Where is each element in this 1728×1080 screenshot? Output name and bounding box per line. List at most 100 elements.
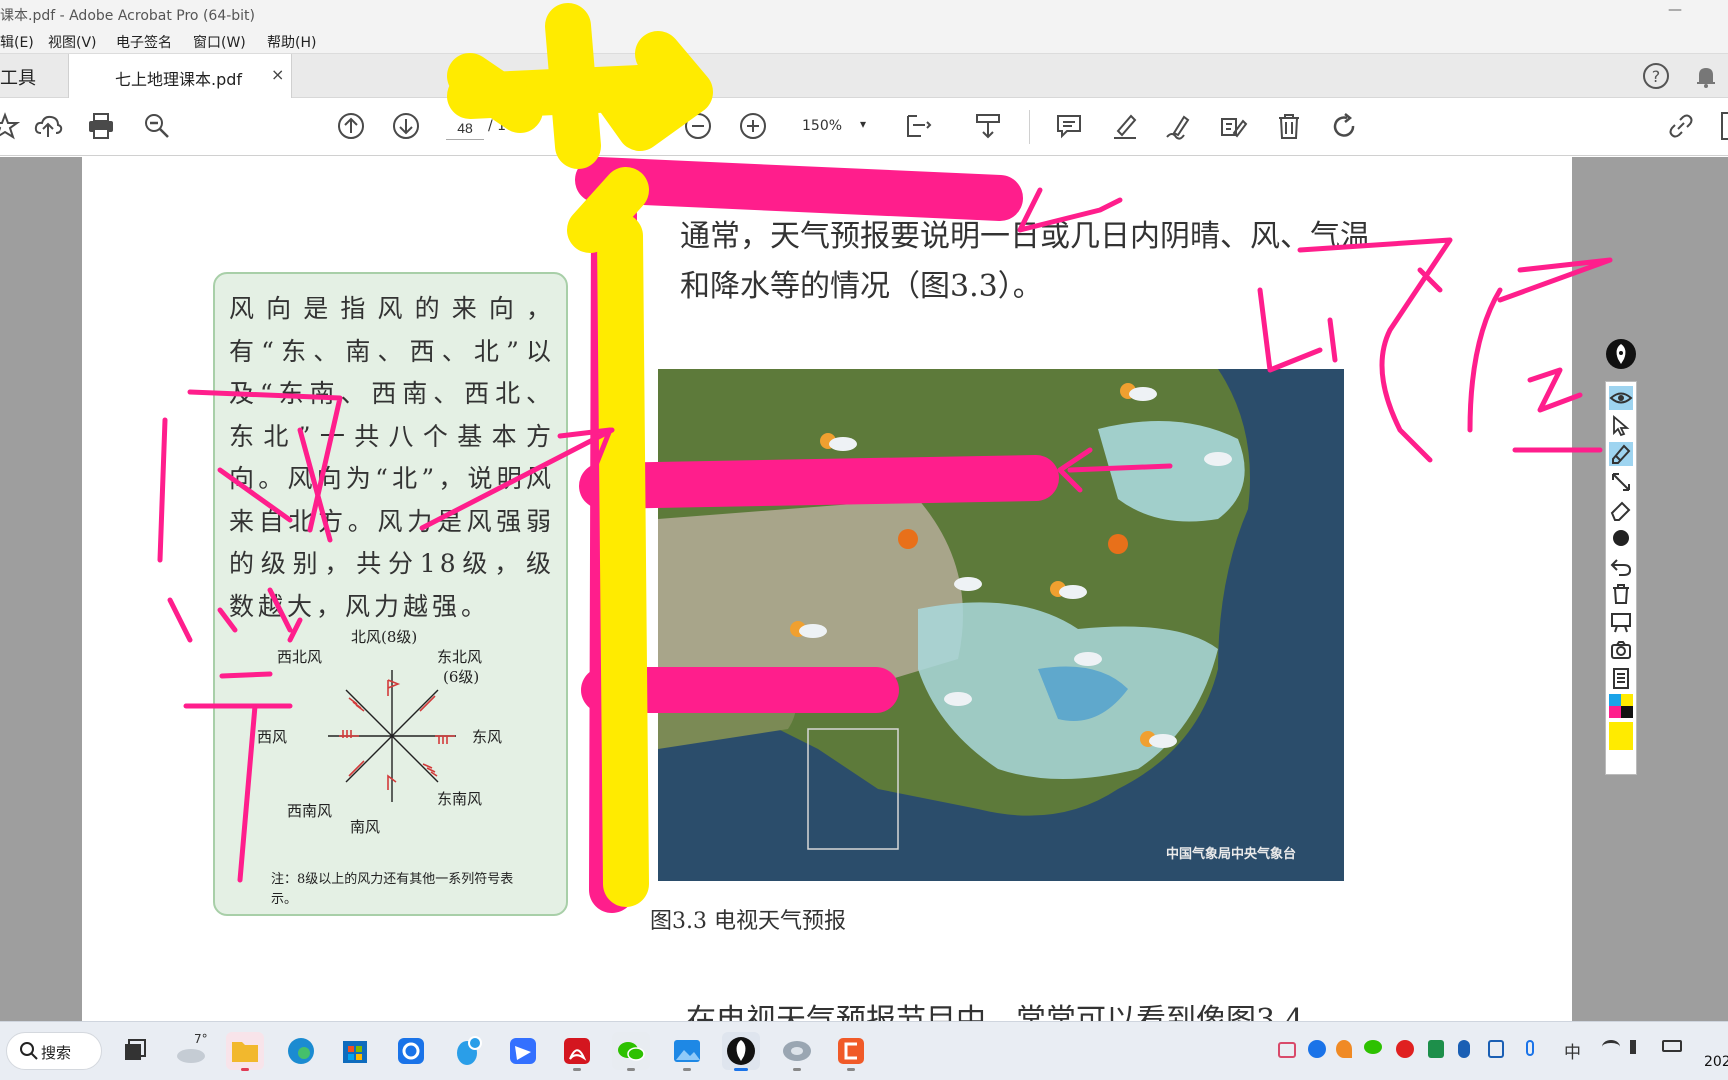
tray-app-icon[interactable] [1308,1040,1326,1058]
star-icon[interactable] [0,111,21,141]
zoom-dropdown[interactable]: 150% ▾ [790,114,870,140]
menu-window[interactable]: 窗口(W) [193,32,246,52]
compass-label-southeast: 东南风 [437,790,483,808]
taskbar-search-label: 搜索 [41,1044,72,1062]
running-indicator [847,1068,855,1071]
weather-widget[interactable]: 7° [172,1032,210,1070]
cursor-arrow-icon[interactable] [1609,414,1633,438]
page-number-input[interactable] [446,116,484,140]
defender-shield-icon[interactable] [1488,1040,1504,1058]
compass-label-northeast: 东北风 [437,648,483,666]
fit-page-icon[interactable] [903,111,933,141]
info-box-text: 风向是指风的来向，有“东、南、西、北”以及“东南、西南、西北、东北”一共八个基本… [229,294,555,621]
whiteboard-icon[interactable] [1609,610,1633,634]
cloud-upload-icon[interactable] [33,111,63,141]
image-viewer-icon[interactable] [668,1032,706,1071]
current-color-swatch[interactable] [1609,722,1633,750]
edit-text-icon[interactable] [1218,111,1248,141]
disk-app-icon[interactable] [778,1032,816,1071]
camera-icon[interactable] [1609,638,1633,662]
compass-label-northeast-level: (6级) [443,668,480,686]
pen-toolbar [1605,381,1637,775]
task-view-icon[interactable] [116,1032,154,1070]
notification-bell-icon[interactable] [1692,62,1720,90]
info-box-note: 注：8级以上的风力还有其他一系列符号表示。 [271,872,514,907]
pen-app-icon[interactable] [722,1032,760,1071]
tab-tools[interactable]: 工具 [0,64,36,90]
brush-size-dot-icon[interactable] [1609,526,1633,550]
rotate-icon[interactable] [1329,111,1359,141]
ime-indicator[interactable]: 中 [1564,1038,1581,1063]
volume-icon[interactable] [1630,1040,1644,1054]
security-shield-icon[interactable] [1428,1040,1444,1058]
orange-app-icon[interactable] [832,1032,870,1071]
wechat-tray-icon[interactable] [1364,1040,1382,1054]
previous-page-icon[interactable] [336,111,366,141]
taskbar-clock[interactable]: 202 [1704,1054,1728,1070]
bluetooth-icon[interactable] [1458,1040,1470,1058]
file-explorer-icon[interactable] [226,1032,264,1071]
running-indicator [627,1068,635,1071]
menu-esign[interactable]: 电子签名 [116,32,172,52]
minimize-icon[interactable]: — [1668,2,1682,18]
tray-red-icon[interactable] [1396,1040,1414,1058]
trash-icon[interactable] [1609,582,1633,606]
wifi-icon[interactable] [1602,1040,1620,1054]
app-blue-icon[interactable] [392,1032,430,1070]
line-tool-icon[interactable] [1609,470,1633,494]
pen-marker-icon[interactable] [1609,442,1633,466]
battery-icon[interactable] [1662,1040,1682,1052]
weather-map-graphic [658,369,1344,881]
title-bar: 课本.pdf - Adobe Acrobat Pro (64-bit) — [0,0,1728,28]
close-tab-icon[interactable]: × [271,65,284,84]
signature-pen-icon[interactable] [1164,111,1194,141]
scroll-mode-icon[interactable] [973,111,1003,141]
tab-bar: 工具 七上地理课本.pdf × ? [0,54,1728,98]
running-indicator [793,1068,801,1071]
pdf-page: 风向是指风的来向，有“东、南、西、北”以及“东南、西南、西北、东北”一共八个基本… [82,157,1572,1024]
feishu-icon[interactable] [504,1032,542,1070]
menu-edit[interactable]: 辑(E) [0,32,34,52]
menu-help[interactable]: 帮助(H) [267,32,316,52]
acrobat-icon[interactable] [558,1032,596,1071]
comment-icon[interactable] [1054,111,1084,141]
next-page-icon[interactable] [391,111,421,141]
tab-document[interactable]: 七上地理课本.pdf × [68,54,292,98]
eye-icon[interactable] [1609,386,1633,410]
undo-icon[interactable] [1609,554,1633,578]
highlight-pen-icon[interactable] [1110,111,1140,141]
running-indicator [573,1068,581,1071]
share-link-icon[interactable] [1666,111,1696,141]
compass-label-west: 西风 [257,728,288,746]
wind-info-box: 风向是指风的来向，有“东、南、西、北”以及“东南、西南、西北、东北”一共八个基本… [213,272,568,916]
menu-bar: 辑(E) 视图(V) 电子签名 窗口(W) 帮助(H) [0,28,1728,54]
compass-label-south: 南风 [350,818,381,836]
panel-toggle-icon[interactable] [1721,112,1728,140]
tab-document-label: 七上地理课本.pdf [115,70,243,89]
color-palette-icon[interactable] [1609,694,1633,718]
store-icon[interactable] [336,1032,374,1070]
pen-app-logo-icon[interactable] [1606,339,1636,369]
wechat-icon[interactable] [612,1032,650,1071]
qq-app-icon[interactable] [448,1032,486,1070]
edge-browser-icon[interactable] [282,1032,320,1070]
zoom-out-search-icon[interactable] [142,111,172,141]
key-tray-icon[interactable] [1336,1040,1352,1058]
zoom-out-icon[interactable] [683,111,713,141]
figure-caption: 图3.3 电视天气预报 [650,909,846,934]
compass-label-north: 北风(8级) [351,628,418,646]
microphone-icon[interactable] [1526,1040,1534,1056]
notes-icon[interactable] [1609,666,1633,690]
delete-icon[interactable] [1274,111,1304,141]
menu-view[interactable]: 视图(V) [48,32,97,52]
print-icon[interactable] [86,111,116,141]
calendar-tray-icon[interactable] [1278,1042,1296,1058]
zoom-in-icon[interactable] [738,111,768,141]
page-total-label: / 101 [488,118,524,134]
compass-label-southwest: 西南风 [287,802,333,820]
wind-compass-diagram: 北风(8级) 东北风 (6级) 西北风 西风 东风 西南风 东南风 南风 [257,628,527,838]
document-viewer[interactable]: 风向是指风的来向，有“东、南、西、北”以及“东南、西南、西北、东北”一共八个基本… [0,157,1728,1024]
help-icon[interactable]: ? [1642,62,1670,90]
eraser-icon[interactable] [1609,498,1633,522]
taskbar-search[interactable]: 搜索 [6,1032,102,1070]
